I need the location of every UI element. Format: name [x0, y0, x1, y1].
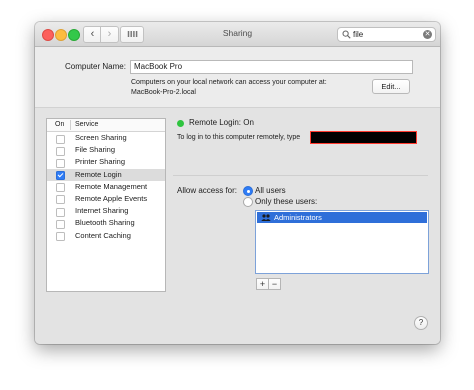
service-checkbox[interactable] — [56, 195, 65, 205]
search-icon — [342, 30, 351, 39]
user-group-label: Administrators — [274, 213, 322, 222]
service-row[interactable]: Content Caching — [47, 230, 165, 242]
clear-search-icon[interactable]: ✕ — [423, 30, 432, 39]
service-row[interactable]: Printer Sharing — [47, 156, 165, 168]
services-table-header: On Service — [47, 119, 165, 132]
services-list: Screen Sharing File Sharing Printer Sharin… — [47, 132, 165, 242]
allow-access-label: Allow access for: — [177, 186, 238, 195]
service-checkbox[interactable] — [56, 232, 65, 241]
service-label: Internet Sharing — [75, 206, 129, 216]
service-label: Screen Sharing — [75, 133, 127, 142]
service-label: Bluetooth Sharing — [75, 218, 135, 228]
group-icon — [261, 214, 271, 221]
edit-button[interactable]: Edit... — [372, 79, 410, 94]
service-label: File Sharing — [75, 145, 116, 155]
search-input-value: file — [353, 30, 364, 39]
service-row[interactable]: Remote Management — [47, 181, 165, 193]
status-indicator-icon — [177, 120, 184, 127]
column-header-on[interactable]: On — [55, 119, 64, 131]
computer-address-description: Computers on your local network can acce… — [131, 78, 327, 98]
service-checkbox[interactable] — [56, 134, 65, 144]
service-row[interactable]: Remote Login — [47, 168, 165, 181]
search-field[interactable]: file ✕ — [337, 27, 436, 42]
services-table: On Service Screen Sharing File Sharing Pri… — [46, 118, 166, 292]
service-status: Remote Login: On — [189, 118, 254, 127]
list-item[interactable]: Administrators — [257, 212, 427, 223]
local-hostname: MacBook-Pro-2.local — [131, 89, 196, 96]
service-checkbox[interactable] — [56, 146, 65, 156]
only-these-users-label[interactable]: Only these users: — [255, 197, 317, 206]
service-row[interactable]: Internet Sharing — [47, 205, 165, 217]
service-label: Remote Login — [75, 169, 122, 179]
sharing-window: ‹ › Sharing file ✕ Computer Name: MacBoo… — [35, 22, 440, 344]
computer-name-label: Computer Name: — [65, 62, 126, 71]
all-users-label[interactable]: All users — [255, 186, 286, 195]
computer-name-input[interactable]: MacBook Pro — [130, 60, 413, 74]
column-separator — [70, 120, 71, 130]
service-checkbox[interactable] — [56, 207, 65, 217]
column-header-service[interactable]: Service — [75, 119, 98, 131]
service-row[interactable]: Remote Apple Events — [47, 193, 165, 205]
all-users-radio[interactable] — [243, 186, 253, 196]
service-label: Remote Apple Events — [75, 193, 148, 203]
service-row[interactable]: Screen Sharing — [47, 132, 165, 144]
service-row[interactable]: File Sharing — [47, 144, 165, 156]
redacted-ssh-command — [310, 131, 417, 144]
service-checkbox[interactable] — [56, 158, 65, 168]
help-button[interactable]: ? — [414, 316, 428, 330]
service-checkbox[interactable] — [56, 171, 65, 181]
service-checkbox[interactable] — [56, 183, 65, 193]
allowed-users-list[interactable]: Administrators — [255, 210, 429, 274]
login-instruction: To log in to this computer remotely, typ… — [177, 134, 301, 141]
section-divider — [173, 175, 428, 176]
service-label: Printer Sharing — [75, 157, 126, 167]
only-these-users-radio[interactable] — [243, 197, 253, 207]
address-description-line1: Computers on your local network can acce… — [131, 79, 327, 86]
remove-user-button[interactable]: − — [268, 278, 281, 290]
service-row[interactable]: Bluetooth Sharing — [47, 217, 165, 229]
service-label: Remote Management — [75, 181, 148, 191]
service-label: Content Caching — [75, 230, 131, 240]
service-checkbox[interactable] — [56, 219, 65, 229]
title-bar: ‹ › Sharing file ✕ — [35, 22, 440, 47]
